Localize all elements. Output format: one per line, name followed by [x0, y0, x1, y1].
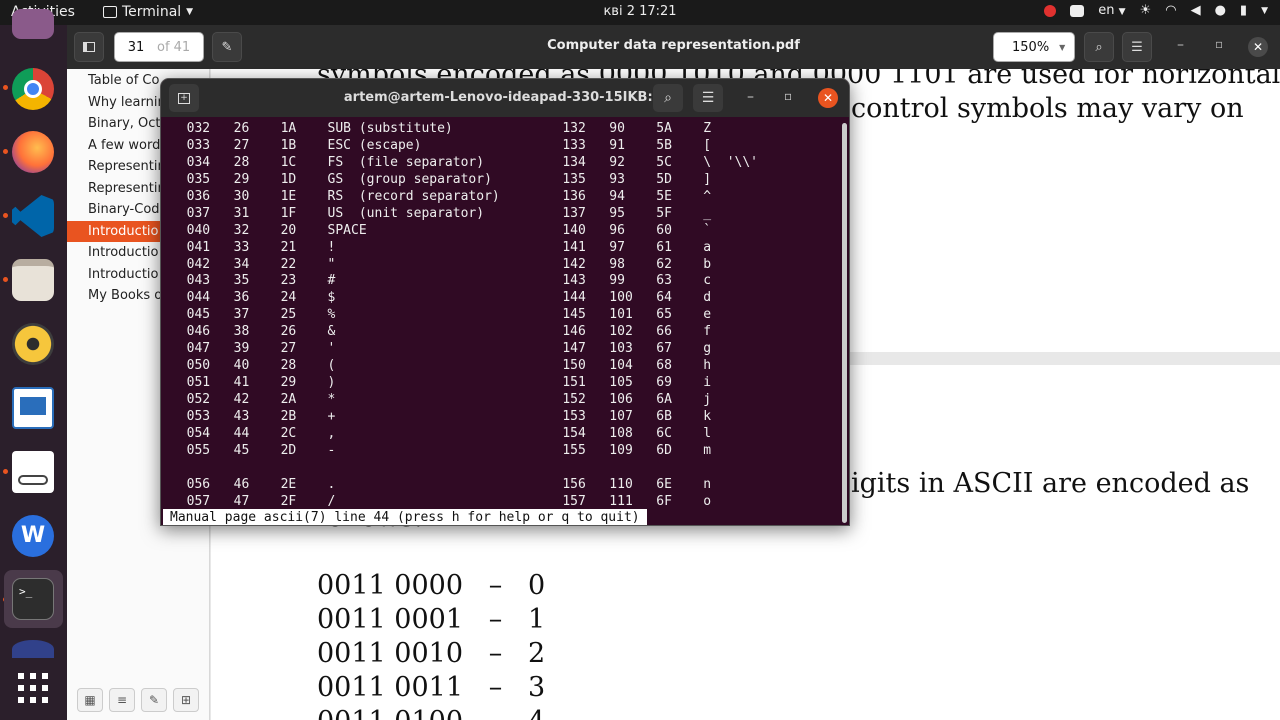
terminal-search-button[interactable]: ⌕	[653, 84, 683, 112]
zoom-dropdown[interactable]: 150% ▼	[993, 32, 1075, 62]
dock-app-partial-icon[interactable]	[12, 9, 54, 39]
code-line: 0011 0010 – 2	[317, 638, 546, 669]
brightness-icon[interactable]: ☀	[1140, 3, 1152, 18]
document-viewer-icon[interactable]	[12, 451, 54, 493]
minimize-icon[interactable]: –	[747, 89, 754, 105]
app-menu-label: Terminal	[122, 4, 182, 20]
thumbnails-view-icon[interactable]: ▦	[77, 688, 103, 712]
chevron-down-icon: ▼	[186, 7, 194, 17]
app-menu[interactable]: Terminal ▼	[103, 4, 193, 20]
record-indicator-icon[interactable]	[1044, 4, 1057, 17]
page-number-input[interactable]: 31	[115, 40, 157, 55]
terminal-line: 051 41 29 ) 151 105 69 i	[171, 375, 712, 391]
page-number-field[interactable]: 31 of 41	[114, 32, 204, 62]
search-button[interactable]: ⌕	[1084, 32, 1114, 62]
libreoffice-writer-icon[interactable]	[12, 387, 54, 429]
system-tray[interactable]: en ▼ ☀ ◠ ◀ ● ▮ ▼	[1044, 3, 1268, 18]
wps-office-icon[interactable]: W	[12, 515, 54, 557]
terminal-line: 044 36 24 $ 144 100 64 d	[171, 290, 712, 306]
menu-button[interactable]: ☰	[1122, 32, 1152, 62]
search-icon: ⌕	[1095, 39, 1103, 55]
volume-icon[interactable]: ◀	[1191, 3, 1201, 18]
pager-status-line: Manual page ascii(7) line 44 (press h fo…	[163, 509, 647, 525]
terminal-line: 036 30 1E RS (record separator) 136 94 5…	[171, 188, 712, 204]
pencil-icon: ✎	[221, 39, 233, 55]
terminal-line: 046 38 26 & 146 102 66 f	[171, 324, 712, 340]
code-line: 0011 0000 – 0	[317, 570, 546, 601]
terminal-line: 037 31 1F US (unit separator) 137 95 5F …	[171, 205, 712, 221]
window-title: Computer data representation.pdf	[547, 38, 800, 53]
terminal-icon[interactable]: >_	[12, 578, 54, 620]
document-viewer-headerbar: 31 of 41 ✎ Computer data representation.…	[67, 25, 1280, 69]
top-bar: Activities Terminal ▼ кві 2 17:21 en ▼ ☀…	[0, 0, 1280, 25]
maximize-icon[interactable]: ▫	[784, 89, 792, 103]
document-text-line: control symbols may vary on	[851, 93, 1244, 124]
terminal-line: 056 46 2E . 156 110 6E n	[171, 476, 712, 492]
minimize-icon[interactable]: –	[1177, 37, 1184, 53]
terminal-scrollbar[interactable]	[842, 123, 847, 523]
terminal-line: 034 28 1C FS (file separator) 134 92 5C …	[171, 154, 758, 170]
hamburger-icon: ☰	[1131, 39, 1143, 55]
rhythmbox-icon[interactable]	[12, 323, 54, 365]
page-total-label: of 41	[157, 39, 191, 55]
terminal-line: 047 39 27 ' 147 103 67 g	[171, 341, 712, 357]
terminal-line: 054 44 2C , 154 108 6C l	[171, 425, 712, 441]
maximize-icon[interactable]: ▫	[1215, 37, 1223, 51]
terminal-line: 053 43 2B + 153 107 6B k	[171, 408, 712, 424]
terminal-headerbar: + artem@artem-Lenovo-ideapad-330-15IKB: …	[161, 79, 849, 117]
terminal-line: 033 27 1B ESC (escape) 133 91 5B [	[171, 137, 712, 153]
microphone-icon[interactable]: ●	[1215, 3, 1226, 18]
terminal-line: 052 42 2A * 152 106 6A j	[171, 392, 712, 407]
chrome-icon[interactable]	[12, 68, 54, 110]
close-icon[interactable]: ✕	[1248, 37, 1268, 57]
terminal-title: artem@artem-Lenovo-ideapad-330-15IKB: ~	[343, 90, 669, 105]
code-line: 0011 0100 – 4	[317, 706, 545, 720]
dock: W >_	[0, 9, 67, 720]
chevron-down-icon: ▼	[1059, 42, 1066, 52]
zoom-value: 150%	[1012, 39, 1050, 55]
terminal-line: 035 29 1D GS (group separator) 135 93 5D…	[171, 171, 712, 187]
power-menu-icon[interactable]: ▼	[1261, 6, 1268, 16]
wifi-icon[interactable]: ◠	[1165, 3, 1176, 18]
terminal-window[interactable]: + artem@artem-Lenovo-ideapad-330-15IKB: …	[160, 78, 850, 526]
show-applications-icon[interactable]	[18, 673, 48, 703]
sidebar-toggle-button[interactable]	[74, 32, 104, 62]
language-indicator[interactable]: en ▼	[1098, 3, 1125, 18]
terminal-line: 045 37 25 % 145 101 65 e	[171, 307, 712, 323]
terminal-menu-button[interactable]: ☰	[693, 84, 723, 112]
terminal-line: 040 32 20 SPACE 140 96 60 `	[171, 222, 712, 238]
dock-app-partial-icon[interactable]	[12, 640, 54, 658]
terminal-line: 042 34 22 " 142 98 62 b	[171, 256, 712, 272]
vscode-icon[interactable]	[12, 195, 54, 237]
code-line: 0011 0011 – 3	[317, 672, 546, 703]
terminal-line: 032 26 1A SUB (substitute) 132 90 5A Z	[171, 121, 712, 136]
close-icon[interactable]: ✕	[818, 88, 838, 108]
annotate-button[interactable]: ✎	[212, 32, 242, 62]
annotations-view-icon[interactable]: ✎	[141, 688, 167, 712]
terminal-app-icon	[103, 6, 117, 18]
document-text-line: igits in ASCII are encoded as	[851, 468, 1250, 499]
battery-icon[interactable]: ▮	[1240, 3, 1247, 18]
notification-icon[interactable]	[1070, 4, 1085, 17]
hamburger-icon: ☰	[701, 90, 715, 106]
search-icon: ⌕	[664, 90, 672, 106]
new-tab-button[interactable]: +	[169, 84, 199, 112]
new-tab-icon: +	[178, 92, 190, 104]
terminal-output[interactable]: 032 26 1A SUB (substitute) 132 90 5A Z 0…	[171, 121, 839, 517]
firefox-icon[interactable]	[12, 131, 54, 173]
terminal-line: 050 40 28 ( 150 104 68 h	[171, 358, 712, 374]
sidebar-icon	[83, 42, 95, 52]
files-icon[interactable]	[12, 259, 54, 301]
clock[interactable]: кві 2 17:21	[603, 4, 676, 19]
code-line: 0011 0001 – 1	[317, 604, 546, 635]
terminal-line: 055 45 2D - 155 109 6D m	[171, 442, 712, 458]
terminal-line: 043 35 23 # 143 99 63 c	[171, 273, 712, 289]
outline-view-icon[interactable]: ≡	[109, 688, 135, 712]
terminal-line: 041 33 21 ! 141 97 61 a	[171, 239, 712, 255]
bookmarks-view-icon[interactable]: ⊞	[173, 688, 199, 712]
